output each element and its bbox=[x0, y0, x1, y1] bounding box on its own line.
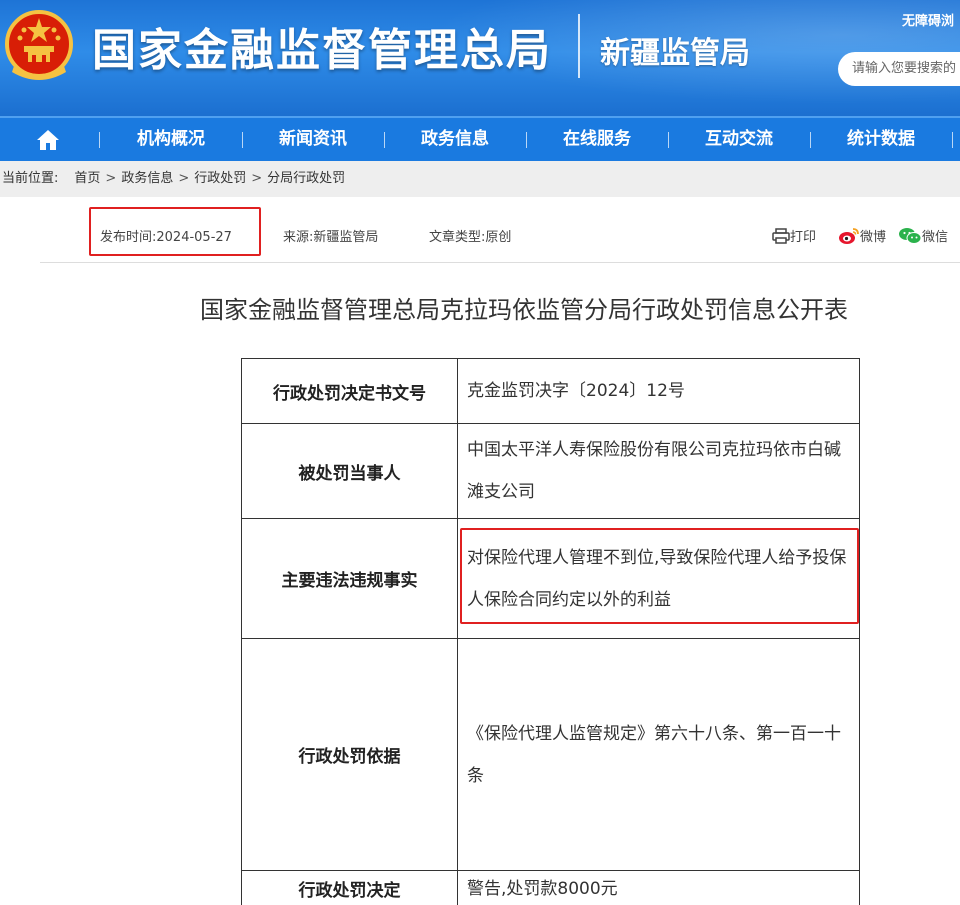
weibo-label: 微博 bbox=[860, 230, 887, 245]
table-row: 行政处罚依据 《保险代理人监管规定》第六十八条、第一百一十条 bbox=[242, 639, 859, 871]
breadcrumb-penalty[interactable]: 行政处罚 bbox=[194, 171, 246, 186]
nav-item-interaction[interactable]: 互动交流 bbox=[668, 118, 810, 161]
penalty-info-table: 行政处罚决定书文号 克金监罚决字〔2024〕12号 被处罚当事人 中国太平洋人寿… bbox=[241, 358, 860, 905]
site-header: 国家金融监督管理总局 新疆监管局 无障碍浏 请输入您要搜索的 bbox=[0, 0, 960, 116]
table-label-violation-facts: 主要违法违规事实 bbox=[242, 519, 458, 638]
breadcrumb-separator: > bbox=[178, 171, 190, 186]
publish-time-highlight bbox=[89, 207, 261, 256]
violation-facts-highlight bbox=[460, 528, 859, 624]
nav-item-about[interactable]: 机构概况 bbox=[100, 118, 242, 161]
site-title[interactable]: 国家金融监督管理总局 bbox=[92, 14, 552, 78]
branch-title[interactable]: 新疆监管局 bbox=[600, 28, 750, 72]
article-title: 国家金融监督管理总局克拉玛依监管分局行政处罚信息公开表 bbox=[200, 296, 848, 324]
wechat-icon bbox=[899, 228, 922, 244]
table-label-penalty-basis: 行政处罚依据 bbox=[242, 639, 458, 870]
table-value-penalty-basis: 《保险代理人监管规定》第六十八条、第一百一十条 bbox=[467, 723, 841, 786]
table-value-penalty-decision: 警告,处罚款8000元 bbox=[467, 878, 618, 899]
table-value-decision-number: 克金监罚决字〔2024〕12号 bbox=[467, 381, 685, 401]
breadcrumb-branch-penalty[interactable]: 分局行政处罚 bbox=[267, 171, 345, 186]
weibo-icon bbox=[839, 228, 859, 244]
article-type: 文章类型:原创 bbox=[429, 230, 512, 245]
search-input[interactable]: 请输入您要搜索的 bbox=[838, 52, 960, 86]
print-button[interactable]: 打印 bbox=[772, 226, 816, 245]
breadcrumb-label: 当前位置: bbox=[2, 171, 59, 186]
accessibility-link[interactable]: 无障碍浏 bbox=[902, 10, 954, 29]
table-value-penalized-party: 中国太平洋人寿保险股份有限公司克拉玛依市白碱滩支公司 bbox=[467, 440, 841, 502]
print-label: 打印 bbox=[790, 230, 817, 245]
nav-item-government-info[interactable]: 政务信息 bbox=[384, 118, 526, 161]
breadcrumb-government-info[interactable]: 政务信息 bbox=[121, 171, 173, 186]
table-label-penalty-decision: 行政处罚决定 bbox=[242, 871, 458, 905]
weibo-share-button[interactable]: 微博 bbox=[838, 226, 886, 245]
table-label-penalized-party: 被处罚当事人 bbox=[242, 424, 458, 518]
breadcrumb-home[interactable]: 首页 bbox=[74, 171, 100, 186]
meta-divider bbox=[40, 262, 960, 263]
wechat-share-button[interactable]: 微信 bbox=[898, 226, 948, 245]
home-icon[interactable] bbox=[36, 129, 60, 151]
table-label-decision-number: 行政处罚决定书文号 bbox=[242, 359, 458, 423]
breadcrumb: 当前位置: 首页 > 政务信息 > 行政处罚 > 分局行政处罚 bbox=[0, 161, 960, 197]
title-divider bbox=[578, 14, 580, 78]
nav-item-statistics[interactable]: 统计数据 bbox=[810, 118, 952, 161]
table-row: 行政处罚决定 警告,处罚款8000元 bbox=[242, 871, 859, 905]
breadcrumb-separator: > bbox=[251, 171, 263, 186]
nav-item-online-service[interactable]: 在线服务 bbox=[526, 118, 668, 161]
breadcrumb-separator: > bbox=[105, 171, 117, 186]
table-row: 被处罚当事人 中国太平洋人寿保险股份有限公司克拉玛依市白碱滩支公司 bbox=[242, 424, 859, 519]
national-emblem-icon bbox=[5, 10, 73, 80]
printer-icon bbox=[772, 228, 790, 244]
wechat-label: 微信 bbox=[922, 230, 949, 245]
nav-item-news[interactable]: 新闻资讯 bbox=[242, 118, 384, 161]
main-nav: 机构概况 新闻资讯 政务信息 在线服务 互动交流 统计数据 bbox=[0, 116, 960, 161]
article-source: 来源:新疆监管局 bbox=[283, 230, 379, 245]
table-row: 行政处罚决定书文号 克金监罚决字〔2024〕12号 bbox=[242, 359, 859, 424]
nav-separator bbox=[952, 132, 953, 148]
